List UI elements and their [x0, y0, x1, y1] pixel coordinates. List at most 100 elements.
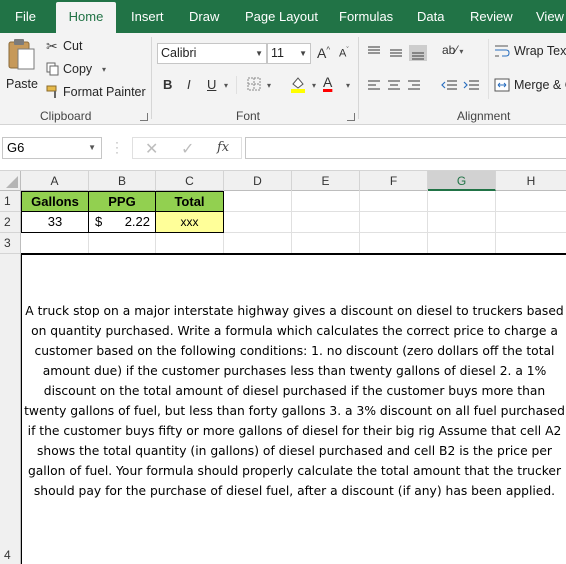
chevron-down-icon: ▼	[88, 143, 96, 152]
underline-button[interactable]: U	[207, 77, 216, 92]
cancel-icon[interactable]: ✕	[145, 139, 158, 159]
chevron-down-icon: ▼	[255, 49, 263, 58]
cell-e2[interactable]	[292, 212, 360, 233]
borders-dropdown-icon[interactable]: ▾	[267, 81, 271, 90]
tab-home[interactable]: Home	[56, 2, 116, 33]
underline-dropdown-icon[interactable]: ▾	[224, 81, 228, 90]
cell-d3[interactable]	[224, 233, 292, 254]
column-header-a[interactable]: A	[21, 171, 89, 191]
cut-label: Cut	[63, 39, 83, 53]
name-box[interactable]: G6 ▼	[2, 137, 102, 159]
alignment-divider	[488, 39, 489, 99]
tab-page-layout[interactable]: Page Layout	[245, 0, 318, 33]
fill-color-icon[interactable]	[289, 75, 307, 93]
enter-icon[interactable]: ✓	[181, 139, 194, 159]
ribbon-divider	[358, 37, 359, 119]
font-launcher-icon[interactable]	[347, 113, 355, 121]
insert-function-icon[interactable]: fx	[217, 140, 229, 155]
column-header-h[interactable]: H	[496, 171, 566, 191]
italic-button[interactable]: I	[187, 77, 191, 92]
cell-g2[interactable]	[428, 212, 496, 233]
column-header-f[interactable]: F	[360, 171, 428, 191]
copy-icon	[46, 62, 59, 76]
grow-font-icon: A	[317, 45, 327, 61]
merge-center-icon	[494, 78, 510, 92]
cell-a1[interactable]: Gallons	[21, 191, 89, 212]
tab-data[interactable]: Data	[417, 0, 444, 33]
row-header-4-label: 4	[4, 548, 11, 562]
font-divider	[236, 76, 237, 94]
cell-h2[interactable]	[496, 212, 566, 233]
row-header-3[interactable]: 3	[0, 233, 21, 254]
alignment-group-label: Alignment	[457, 109, 511, 123]
paste-label: Paste	[6, 77, 38, 91]
paste-button[interactable]: Paste	[4, 37, 38, 95]
cell-e3[interactable]	[292, 233, 360, 254]
grow-font-button[interactable]: A^	[317, 45, 330, 61]
cell-c2[interactable]: xxx	[156, 212, 224, 233]
tab-insert[interactable]: Insert	[131, 0, 164, 33]
tab-review[interactable]: Review	[470, 0, 513, 33]
cell-b2-currency: $	[95, 214, 103, 229]
font-color-button[interactable]: A	[323, 74, 332, 90]
paintbrush-icon	[46, 85, 57, 98]
fill-color-dropdown-icon[interactable]: ▾	[312, 81, 316, 90]
cell-g1[interactable]	[428, 191, 496, 212]
select-all-button[interactable]	[0, 171, 21, 191]
shrink-font-button[interactable]: Aˇ	[339, 47, 349, 60]
cell-a2[interactable]: 33	[21, 212, 89, 233]
formula-input[interactable]	[245, 137, 566, 159]
cell-c1[interactable]: Total	[156, 191, 224, 212]
drag-handle-icon[interactable]: · · ·	[115, 136, 119, 158]
vertical-align-icons[interactable]	[367, 45, 431, 61]
cell-f3[interactable]	[360, 233, 428, 254]
chevron-down-icon: ▼	[299, 49, 307, 58]
cell-b3[interactable]	[89, 233, 156, 254]
cell-d1[interactable]	[224, 191, 292, 212]
cell-h3[interactable]	[496, 233, 566, 254]
cell-c3[interactable]	[156, 233, 224, 254]
column-header-d[interactable]: D	[224, 171, 292, 191]
horizontal-align-icons[interactable]	[367, 79, 427, 93]
paste-icon	[8, 39, 35, 70]
orientation-button[interactable]: ab⁄ ▾	[442, 43, 463, 57]
cell-b1[interactable]: PPG	[89, 191, 156, 212]
row-header-1[interactable]: 1	[0, 191, 21, 212]
copy-label: Copy	[63, 62, 93, 76]
column-header-e[interactable]: E	[292, 171, 360, 191]
tab-file[interactable]: File	[15, 0, 36, 33]
cell-b2[interactable]: $ 2.22	[89, 212, 156, 233]
cell-b2-value: 2.22	[124, 214, 150, 229]
clipboard-group-label: Clipboard	[40, 109, 92, 123]
column-header-g[interactable]: G	[428, 171, 496, 191]
cell-e1[interactable]	[292, 191, 360, 212]
instructions-cell[interactable]: A truck stop on a major interstate highw…	[21, 253, 566, 564]
tab-view[interactable]: View	[536, 0, 564, 33]
column-header-c[interactable]: C	[156, 171, 224, 191]
tab-formulas[interactable]: Formulas	[339, 0, 393, 33]
cell-f2[interactable]	[360, 212, 428, 233]
font-size-combo[interactable]: 11 ▼	[267, 43, 311, 64]
cell-d2[interactable]	[224, 212, 292, 233]
column-header-b[interactable]: B	[89, 171, 156, 191]
clipboard-launcher-icon[interactable]	[140, 113, 148, 121]
merge-center-label: Merge & C	[514, 78, 566, 92]
bold-button[interactable]: B	[163, 77, 172, 92]
row-header-4[interactable]: 4	[0, 254, 21, 564]
cell-h1[interactable]	[496, 191, 566, 212]
copy-dropdown-icon[interactable]: ▾	[102, 65, 106, 74]
format-painter-label: Format Painter	[63, 85, 146, 99]
row-header-2[interactable]: 2	[0, 212, 21, 233]
font-name-combo[interactable]: Calibri ▼	[157, 43, 267, 64]
font-color-dropdown-icon[interactable]: ▾	[346, 81, 350, 90]
borders-icon[interactable]	[247, 77, 261, 91]
ribbon-home: Paste ✂ Cut Copy ▾ Format Painter Clipbo…	[0, 33, 566, 125]
wrap-text-icon	[495, 45, 510, 57]
instructions-text: A truck stop on a major interstate highw…	[24, 304, 565, 498]
scissors-icon: ✂	[46, 38, 58, 54]
cell-g3[interactable]	[428, 233, 496, 254]
indent-icons[interactable]	[441, 79, 483, 93]
tab-draw[interactable]: Draw	[189, 0, 219, 33]
cell-f1[interactable]	[360, 191, 428, 212]
cell-a3[interactable]	[21, 233, 89, 254]
